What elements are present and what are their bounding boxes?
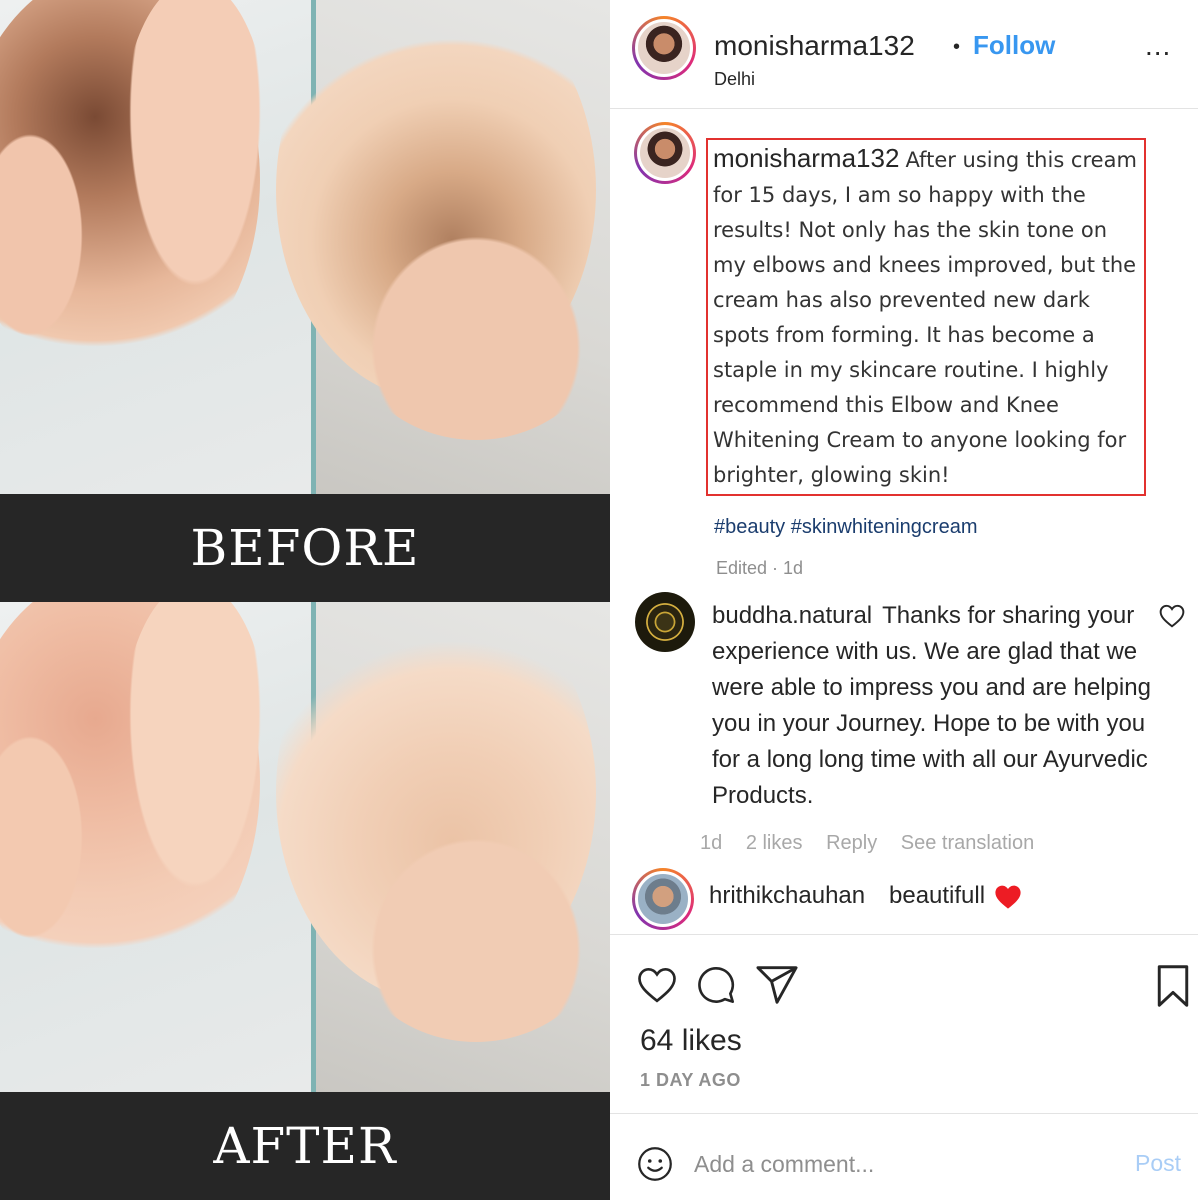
caption-username[interactable]: monisharma132	[713, 143, 899, 173]
before-knee-photo	[0, 0, 312, 494]
before-photo	[0, 0, 610, 494]
comment-icon[interactable]	[696, 965, 736, 1005]
commenter-avatar-hrithik[interactable]	[632, 868, 694, 930]
bookmark-icon[interactable]	[1156, 964, 1190, 1008]
comment-buddha: buddha.natural Thanks for sharing your ex…	[712, 598, 1152, 814]
header-divider	[610, 108, 1198, 109]
red-heart-emoji-icon	[995, 885, 1021, 909]
see-translation-link[interactable]: See translation	[901, 832, 1034, 854]
more-options-icon[interactable]: ...	[1145, 30, 1171, 62]
share-icon[interactable]	[755, 965, 799, 1005]
follow-button[interactable]: Follow	[973, 30, 1055, 61]
comment-username[interactable]: buddha.natural	[712, 602, 872, 629]
before-after-image: BEFORE AFTER	[0, 0, 610, 1200]
caption-author-avatar[interactable]	[634, 122, 696, 184]
caption-highlight-box: monisharma132 After using this cream for …	[706, 138, 1146, 496]
comment-text-hrithik: beautifull	[889, 882, 986, 909]
hashtag-beauty[interactable]: #beauty	[714, 516, 785, 538]
separator-dot: •	[953, 36, 961, 58]
comment-likes-count[interactable]: 2 likes	[746, 832, 803, 854]
hashtags: #beauty #skinwhiteningcream	[714, 516, 978, 539]
before-label-band: BEFORE	[0, 494, 610, 602]
composer-divider	[610, 1113, 1198, 1114]
after-label: AFTER	[213, 1117, 397, 1175]
after-photo	[0, 602, 610, 1092]
hashtag-skinwhiteningcream[interactable]: #skinwhiteningcream	[791, 516, 978, 538]
instagram-post-panel: monisharma132 Delhi • Follow ... monisha…	[610, 0, 1200, 1200]
reply-button[interactable]: Reply	[826, 832, 877, 854]
post-likes-count[interactable]: 64 likes	[640, 1024, 742, 1058]
heart-icon[interactable]	[637, 966, 677, 1004]
comments-divider	[610, 934, 1198, 935]
comment-time: 1d	[700, 832, 723, 854]
author-avatar[interactable]	[632, 16, 696, 80]
post-comment-button[interactable]: Post	[1135, 1150, 1181, 1177]
after-knee-photo	[0, 602, 312, 1092]
after-elbow-photo	[276, 602, 610, 1092]
comment-text: Thanks for sharing your experience with …	[712, 602, 1151, 809]
comment-like-heart-icon[interactable]	[1159, 604, 1185, 628]
before-elbow-photo	[276, 0, 610, 494]
before-label: BEFORE	[190, 519, 420, 577]
caption-meta: Edited · 1d	[716, 558, 804, 578]
after-label-band: AFTER	[0, 1092, 610, 1200]
commenter-avatar-buddha[interactable]	[635, 592, 695, 652]
comment-username-hrithik[interactable]: hrithikchauhan	[709, 882, 865, 910]
emoji-icon[interactable]	[637, 1146, 673, 1182]
add-comment-input[interactable]	[694, 1146, 1114, 1182]
comment-meta: 1d 2 likes Reply See translation	[700, 832, 1052, 855]
caption-text: After using this cream for 15 days, I am…	[713, 148, 1137, 487]
caption-body: monisharma132 After using this cream for …	[713, 141, 1139, 493]
post-location[interactable]: Delhi	[714, 69, 755, 90]
post-timestamp: 1 DAY AGO	[640, 1070, 741, 1090]
author-username[interactable]: monisharma132	[714, 30, 915, 62]
